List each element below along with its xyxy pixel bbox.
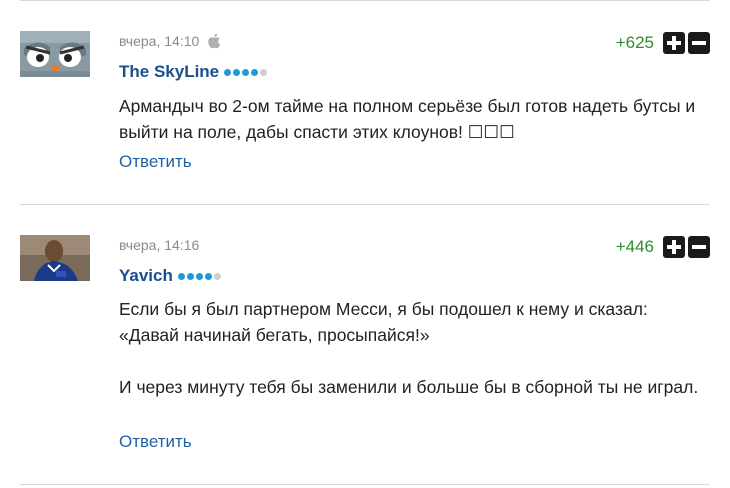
rank-dot <box>224 68 232 76</box>
rank-dot <box>195 272 203 280</box>
rank-dot <box>204 272 212 280</box>
comment-meta: вчера, 14:16 <box>119 237 199 253</box>
comment-text: Если бы я был партнером Месси, я бы подо… <box>119 296 709 400</box>
rank-dot <box>177 272 185 280</box>
comment-time: вчера, 14:10 <box>119 33 200 49</box>
avatar[interactable] <box>20 235 90 281</box>
rank-dot <box>186 272 194 280</box>
comment-paragraph: Если бы я был партнером Месси, я бы подо… <box>119 299 648 345</box>
comment-divider <box>20 484 710 485</box>
owl-avatar-image <box>20 31 90 77</box>
upvote-button[interactable] <box>663 236 685 258</box>
comment-author[interactable]: The SkyLine <box>119 62 268 82</box>
author-rank-dots <box>224 68 268 76</box>
comment-score: +446 <box>615 237 654 256</box>
top-divider <box>20 0 710 1</box>
rank-dot <box>260 68 268 76</box>
avatar[interactable] <box>20 31 90 77</box>
downvote-button[interactable] <box>688 32 710 54</box>
apple-icon <box>207 33 221 49</box>
reply-button[interactable]: Ответить <box>119 152 192 172</box>
comment-rating: +446 <box>616 236 710 258</box>
minus-icon <box>692 41 706 45</box>
rank-dot <box>251 68 259 76</box>
comment-time: вчера, 14:16 <box>119 237 200 253</box>
rank-dot <box>242 68 250 76</box>
rank-dot <box>233 68 241 76</box>
author-name[interactable]: The SkyLine <box>119 62 219 82</box>
comment-divider <box>20 204 710 205</box>
downvote-button[interactable] <box>688 236 710 258</box>
author-name[interactable]: Yavich <box>119 266 173 286</box>
comment-meta: вчера, 14:10 <box>119 33 221 49</box>
comment-rating: +625 <box>616 32 710 54</box>
comment-author[interactable]: Yavich <box>119 266 221 286</box>
comment-score: +625 <box>615 33 654 52</box>
comment-paragraph: Армандыч во 2-ом тайме на полном серьёзе… <box>119 96 696 142</box>
upvote-button[interactable] <box>663 32 685 54</box>
reply-button[interactable]: Ответить <box>119 432 192 452</box>
comment-paragraph: И через минуту тебя бы заменили и больше… <box>119 377 699 397</box>
author-rank-dots <box>177 272 221 280</box>
comment-text: Армандыч во 2-ом тайме на полном серьёзе… <box>119 93 709 145</box>
rank-dot <box>213 272 221 280</box>
minus-icon <box>692 245 706 249</box>
player-avatar-image <box>20 235 90 281</box>
